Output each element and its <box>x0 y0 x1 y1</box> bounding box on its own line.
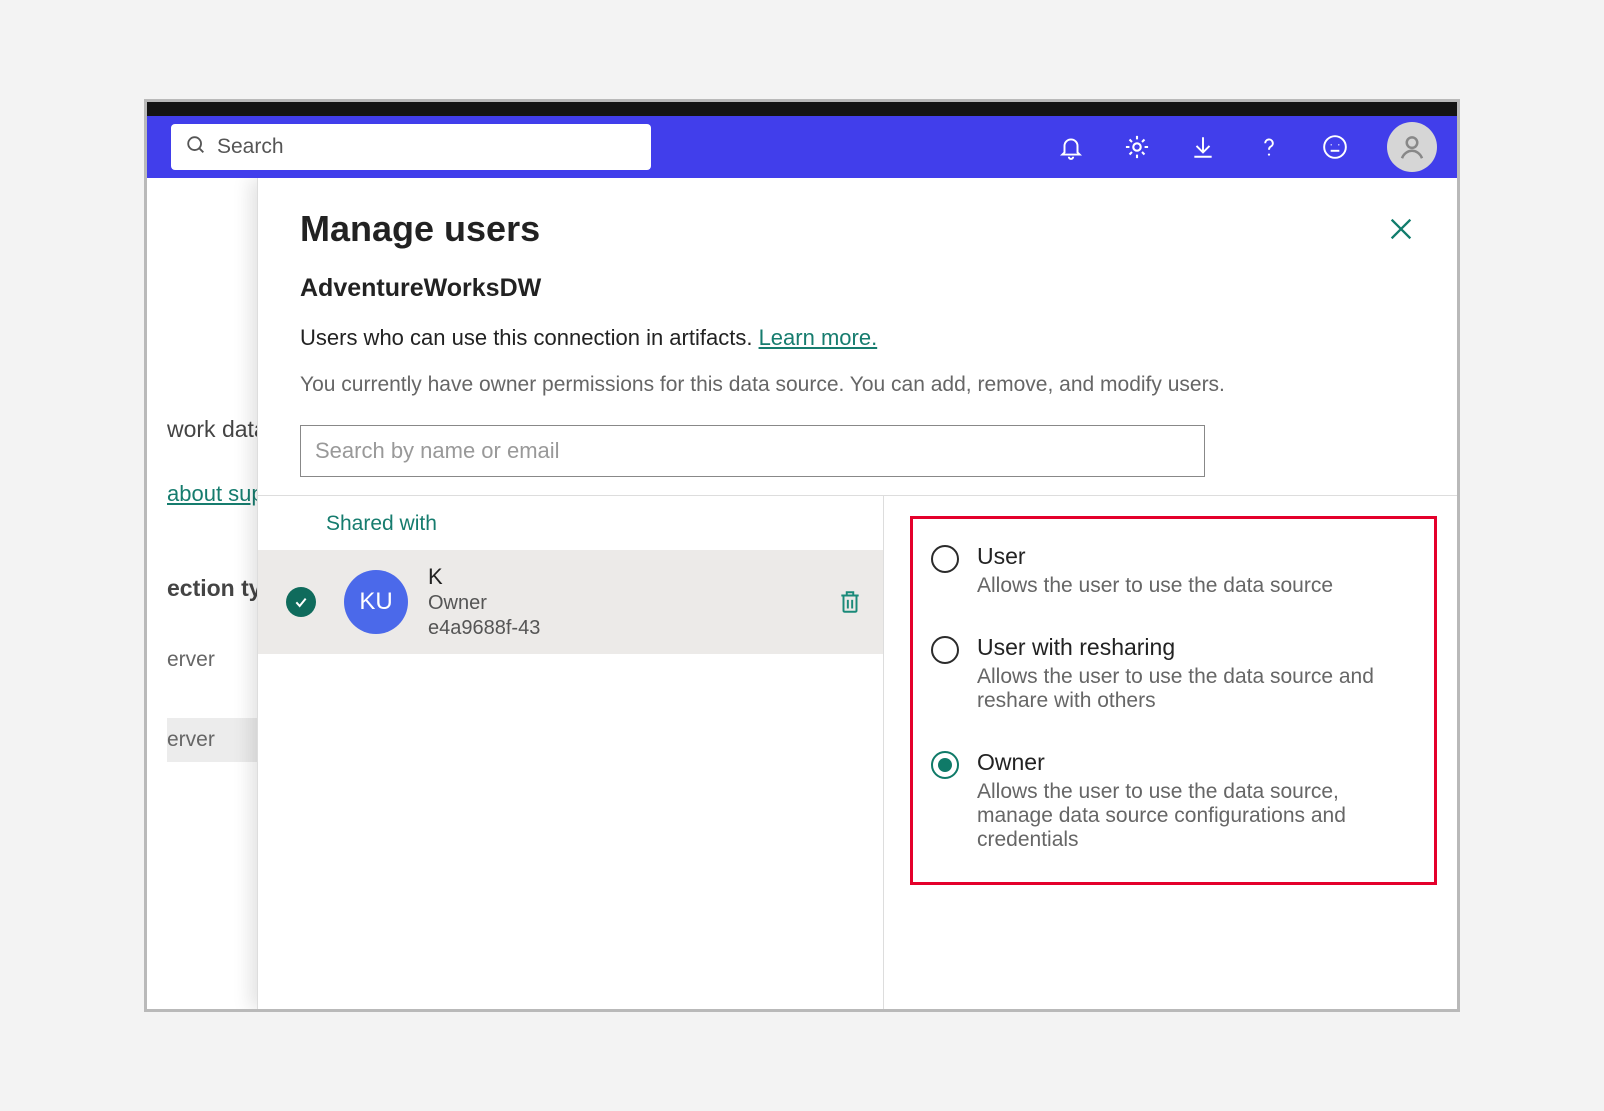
close-icon[interactable] <box>1387 215 1415 243</box>
app-header <box>147 116 1457 178</box>
role-title: User with resharing <box>977 634 1397 661</box>
role-desc: Allows the user to use the data source a… <box>977 665 1397 713</box>
shared-with-tab[interactable]: Shared with <box>258 496 883 550</box>
role-title: User <box>977 543 1333 570</box>
learn-more-link[interactable]: Learn more. <box>759 325 878 350</box>
role-desc: Allows the user to use the data source <box>977 574 1333 598</box>
panel-title: Manage users <box>300 208 540 250</box>
radio-icon[interactable] <box>931 545 959 573</box>
radio-icon[interactable] <box>931 636 959 664</box>
user-search-input[interactable] <box>300 425 1205 477</box>
role-desc: Allows the user to use the data source, … <box>977 780 1397 852</box>
profile-avatar[interactable] <box>1387 122 1437 172</box>
global-search[interactable] <box>171 124 651 170</box>
checkmark-icon <box>286 587 316 617</box>
user-role-label: Owner <box>428 592 837 615</box>
help-icon[interactable] <box>1255 133 1283 161</box>
user-name: K <box>428 564 837 590</box>
search-icon <box>185 134 207 161</box>
window-titlebar <box>147 102 1457 116</box>
panel-note: You currently have owner permissions for… <box>300 373 1415 397</box>
role-option-owner[interactable]: Owner Allows the user to use the data so… <box>931 749 1416 852</box>
settings-icon[interactable] <box>1123 133 1151 161</box>
panel-subtitle: AdventureWorksDW <box>300 274 1415 303</box>
user-id: e4a9688f-43 <box>428 617 837 640</box>
radio-icon[interactable] <box>931 751 959 779</box>
manage-users-panel: Manage users AdventureWorksDW Users who … <box>257 178 1457 1009</box>
notifications-icon[interactable] <box>1057 133 1085 161</box>
download-icon[interactable] <box>1189 133 1217 161</box>
role-option-user[interactable]: User Allows the user to use the data sou… <box>931 543 1416 598</box>
role-option-user-resharing[interactable]: User with resharing Allows the user to u… <box>931 634 1416 713</box>
role-options-highlight: User Allows the user to use the data sou… <box>910 516 1437 885</box>
panel-description: Users who can use this connection in art… <box>300 325 1415 351</box>
user-avatar: KU <box>344 570 408 634</box>
panel-desc-text: Users who can use this connection in art… <box>300 325 759 350</box>
delete-icon[interactable] <box>837 589 863 615</box>
user-row[interactable]: KU K Owner e4a9688f-43 <box>258 550 883 654</box>
global-search-input[interactable] <box>217 135 637 159</box>
role-selection-column: User Allows the user to use the data sou… <box>883 496 1457 1009</box>
users-list-column: Shared with KU K Owner e4a9688f-43 <box>258 496 883 1009</box>
role-title: Owner <box>977 749 1397 776</box>
feedback-icon[interactable] <box>1321 133 1349 161</box>
